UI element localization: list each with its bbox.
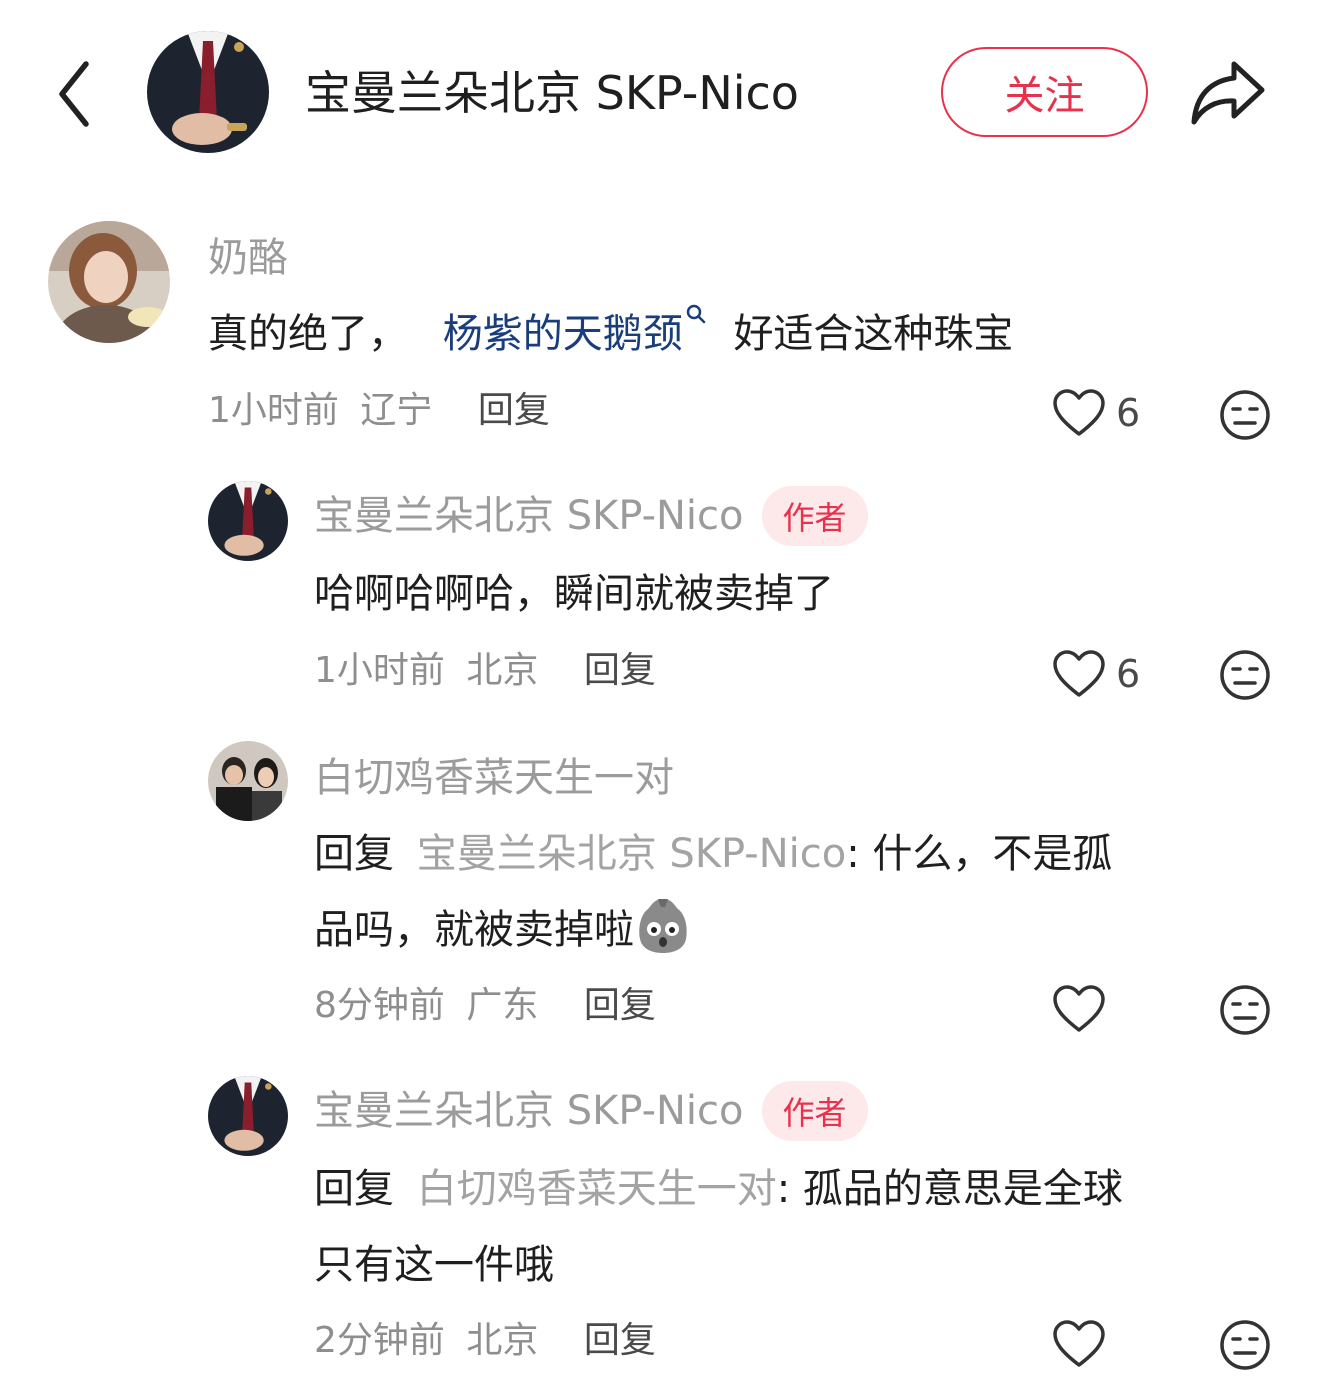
- dislike-face-icon[interactable]: [1218, 983, 1272, 1037]
- commenter-name[interactable]: 奶酪: [208, 230, 288, 286]
- comment-time: 2分钟前: [314, 1320, 445, 1361]
- dislike-face-icon[interactable]: [1218, 388, 1272, 442]
- like-button[interactable]: 6: [1052, 388, 1140, 438]
- comment-text-part: 品吗，就被卖掉啦: [314, 907, 634, 953]
- comment-meta: 1小时前 辽宁 回复: [208, 385, 550, 437]
- topic-link-label[interactable]: 杨紫的天鹅颈: [443, 311, 683, 357]
- dislike-face-icon[interactable]: [1218, 648, 1272, 702]
- reply-prefix: 回复: [314, 831, 394, 877]
- reply-to-name[interactable]: 白切鸡香菜天生一对: [417, 1166, 777, 1212]
- reply-prefix: 回复: [314, 1166, 394, 1212]
- comment-location: 北京: [466, 650, 539, 691]
- like-button[interactable]: 6: [1052, 649, 1140, 699]
- comment-line: 回复 白切鸡香菜天生一对: 孤品的意思是全球: [314, 1151, 1274, 1227]
- like-button[interactable]: [1052, 984, 1106, 1034]
- commenter-header: 宝曼兰朵北京 SKP-Nico 作者: [314, 486, 868, 546]
- comment-time: 8分钟前: [314, 985, 445, 1026]
- heart-outline-icon: [1053, 1320, 1105, 1367]
- reply-button[interactable]: 回复: [584, 650, 656, 691]
- commenter-avatar[interactable]: [208, 1076, 288, 1156]
- commenter-header: 宝曼兰朵北京 SKP-Nico 作者: [314, 1081, 868, 1141]
- comment-text-part: : 什么，不是孤: [846, 831, 1113, 877]
- comment-location: 广东: [466, 985, 539, 1026]
- comment-text: 回复 白切鸡香菜天生一对: 孤品的意思是全球 只有这一件哦: [314, 1151, 1274, 1303]
- like-count: 6: [1116, 652, 1141, 696]
- comment-meta: 2分钟前 北京 回复: [314, 1315, 656, 1367]
- comment-text-part: 好适合这种珠宝: [733, 311, 1014, 357]
- commenter-name[interactable]: 白切鸡香菜天生一对: [314, 750, 674, 806]
- comment-line: 品吗，就被卖掉啦: [314, 892, 1274, 968]
- comment-text: 真的绝了， 杨紫的天鹅颈 好适合这种珠宝: [208, 296, 1013, 372]
- comment-line: 只有这一件哦: [314, 1242, 554, 1288]
- reply-button[interactable]: 回复: [478, 390, 550, 431]
- reply-to-name[interactable]: 宝曼兰朵北京 SKP-Nico: [417, 831, 847, 877]
- dislike-face-icon[interactable]: [1218, 1318, 1272, 1372]
- comment-time: 1小时前: [208, 390, 339, 431]
- comment-text-part: : 孤品的意思是全球: [776, 1166, 1123, 1212]
- heart-outline-icon: [1053, 650, 1105, 697]
- like-button[interactable]: [1052, 1319, 1106, 1369]
- commenter-avatar[interactable]: [208, 741, 288, 821]
- commenter-name[interactable]: 宝曼兰朵北京 SKP-Nico: [314, 1081, 744, 1141]
- commenter-name[interactable]: 宝曼兰朵北京 SKP-Nico: [314, 486, 744, 546]
- comment-time: 1小时前: [314, 650, 445, 691]
- heart-outline-icon: [1053, 985, 1105, 1032]
- author-badge: 作者: [761, 1081, 868, 1141]
- topic-link[interactable]: 杨紫的天鹅颈: [443, 304, 707, 357]
- commenter-avatar[interactable]: [48, 221, 170, 343]
- share-arrow-icon[interactable]: [1188, 56, 1268, 128]
- comment-meta: 8分钟前 广东 回复: [314, 980, 656, 1032]
- back-chevron-icon[interactable]: [52, 58, 100, 130]
- like-count: 6: [1116, 391, 1141, 435]
- comment-location: 北京: [466, 1320, 539, 1361]
- shocked-sticker-icon: [639, 899, 687, 953]
- comment-meta: 1小时前 北京 回复: [314, 645, 656, 697]
- comment-text-part: 真的绝了，: [208, 311, 408, 357]
- comment-text: 回复 宝曼兰朵北京 SKP-Nico: 什么，不是孤 品吗，就被卖掉啦: [314, 816, 1274, 968]
- comment-text: 哈啊哈啊哈，瞬间就被卖掉了: [314, 571, 834, 617]
- author-avatar[interactable]: [147, 31, 269, 153]
- search-icon: [686, 304, 705, 324]
- comment-line: 回复 宝曼兰朵北京 SKP-Nico: 什么，不是孤: [314, 816, 1274, 892]
- commenter-avatar[interactable]: [208, 481, 288, 561]
- reply-button[interactable]: 回复: [584, 1320, 656, 1361]
- author-badge: 作者: [761, 486, 868, 546]
- heart-outline-icon: [1053, 389, 1105, 436]
- follow-button[interactable]: 关注: [941, 47, 1148, 137]
- author-name[interactable]: 宝曼兰朵北京 SKP-Nico: [305, 62, 799, 124]
- reply-button[interactable]: 回复: [584, 985, 656, 1026]
- comment-location: 辽宁: [360, 390, 433, 431]
